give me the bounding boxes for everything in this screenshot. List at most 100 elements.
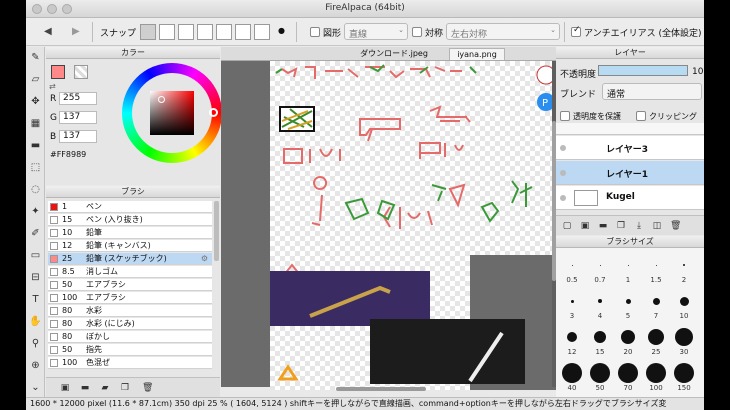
new-brush-icon[interactable]: ▣ <box>60 383 70 393</box>
snap-circle-button[interactable] <box>216 24 232 40</box>
brush-item[interactable]: 8.5 消しゴム <box>48 266 212 278</box>
brush-size-option[interactable]: 12 <box>560 326 584 356</box>
new-8bit-layer-icon[interactable]: ▣ <box>580 221 590 231</box>
chevron-down-icon[interactable]: ⌄ <box>29 381 42 394</box>
undo-icon[interactable]: ◀ <box>44 26 52 37</box>
brush-item[interactable]: 10 鉛筆 <box>48 227 212 239</box>
green-value-field[interactable]: 137 <box>59 111 97 124</box>
gradient-tool-icon[interactable]: ▬ <box>29 139 42 152</box>
brush-size-option[interactable]: 30 <box>672 326 696 356</box>
brush-item[interactable]: 50 エアブラシ <box>48 279 212 291</box>
brush-size-option[interactable]: 70 <box>616 362 640 392</box>
brush-size-option[interactable]: 40 <box>560 362 584 392</box>
snap-settings-button[interactable] <box>254 24 270 40</box>
antialias-checkbox[interactable] <box>571 25 581 37</box>
brush-size-option[interactable]: 15 <box>588 326 612 356</box>
hand-tool-icon[interactable]: ✋ <box>29 315 42 328</box>
eye-icon[interactable] <box>560 195 566 201</box>
canvas-document[interactable]: P <box>270 61 560 390</box>
brush-size-option[interactable]: 7 <box>644 290 668 320</box>
merge-down-icon[interactable]: ⤓ <box>634 221 644 231</box>
saturation-value-square[interactable] <box>150 91 194 135</box>
divide-tool-icon[interactable]: ⊟ <box>29 271 42 284</box>
redo-icon[interactable]: ▶ <box>72 26 80 37</box>
folder-open-icon[interactable]: ▰ <box>100 383 110 393</box>
hue-wheel[interactable] <box>122 63 222 163</box>
text-tool-icon[interactable]: T <box>29 293 42 306</box>
brush-scrollbar[interactable] <box>214 201 219 261</box>
brush-size-option[interactable]: 150 <box>672 362 696 392</box>
snap-curve-button[interactable] <box>235 24 251 40</box>
fill-tool-icon[interactable]: ▦ <box>29 117 42 130</box>
duplicate-layer-icon[interactable]: ❐ <box>616 221 626 231</box>
layer-row-layer3[interactable]: レイヤー3 <box>556 136 704 160</box>
symmetry-checkbox[interactable] <box>412 27 422 37</box>
brush-item[interactable]: 100 色混ぜ <box>48 357 212 369</box>
blue-value-field[interactable]: 137 <box>59 130 97 143</box>
tab-download-jpeg[interactable]: ダウンロード.jpeg <box>341 48 447 60</box>
pen-tool-icon[interactable]: ✎ <box>29 51 42 64</box>
swap-colors-icon[interactable]: ⇄ <box>49 82 56 91</box>
brush-size-option[interactable]: 25 <box>644 326 668 356</box>
folder-icon[interactable]: ▬ <box>80 383 90 393</box>
tab-iyana-png[interactable]: iyana.png <box>449 48 505 60</box>
brush-size-option[interactable]: 50 <box>588 362 612 392</box>
brush-size-option[interactable]: 0.5 <box>560 254 584 284</box>
zoom-tool-icon[interactable]: ⊕ <box>29 359 42 372</box>
shape-select[interactable]: 直線 ⌄ <box>344 23 408 40</box>
brush-item[interactable]: 12 鉛筆 (キャンバス) <box>48 240 212 252</box>
brush-item[interactable]: 80 ぼかし <box>48 331 212 343</box>
brush-item[interactable]: 80 水彩 <box>48 305 212 317</box>
delete-layer-icon[interactable]: 🗑 <box>670 221 681 231</box>
brush-size-option[interactable]: 5 <box>616 290 640 320</box>
magic-wand-icon[interactable]: ✦ <box>29 205 42 218</box>
brush-item[interactable]: 50 指先 <box>48 344 212 356</box>
eyedropper-icon[interactable]: ⚲ <box>29 337 42 350</box>
symmetry-select[interactable]: 左右対称 ⌄ <box>446 23 560 40</box>
canvas-horizontal-scrollbar[interactable] <box>336 387 426 391</box>
snap-radial-button[interactable] <box>197 24 213 40</box>
new-layer-icon[interactable]: ▢ <box>562 221 572 231</box>
new-folder-icon[interactable]: ▬ <box>598 221 608 231</box>
snap-parallel-button[interactable] <box>159 24 175 40</box>
brush-item[interactable]: 1 ペン <box>48 201 212 213</box>
select-pen-icon[interactable]: ✐ <box>29 227 42 240</box>
brush-size-option[interactable]: 0.7 <box>588 254 612 284</box>
lasso-tool-icon[interactable]: ◌ <box>29 183 42 196</box>
eraser-tool-icon[interactable]: ▱ <box>29 73 42 86</box>
brush-item[interactable]: 15 ペン (入り抜き) <box>48 214 212 226</box>
shape-checkbox[interactable] <box>310 27 320 37</box>
select-eraser-icon[interactable]: ▭ <box>29 249 42 262</box>
snap-off-button[interactable] <box>140 24 156 40</box>
hue-cursor[interactable] <box>209 108 218 117</box>
move-tool-icon[interactable]: ✥ <box>29 95 42 108</box>
clear-layer-icon[interactable]: ◫ <box>652 221 662 231</box>
brush-size-option[interactable]: 1.5 <box>644 254 668 284</box>
red-value-field[interactable]: 255 <box>59 92 97 105</box>
select-tool-icon[interactable]: ⬚ <box>29 161 42 174</box>
eye-icon[interactable] <box>560 170 566 176</box>
secondary-color-swatch[interactable] <box>74 65 88 79</box>
brush-settings-icon[interactable]: ⚙ <box>201 253 208 265</box>
brush-size-option[interactable]: 100 <box>644 362 668 392</box>
layer-row-layer1[interactable]: レイヤー1 <box>556 161 704 185</box>
duplicate-icon[interactable]: ❐ <box>120 383 130 393</box>
sv-cursor[interactable] <box>158 96 165 103</box>
protect-alpha-checkbox[interactable] <box>560 111 570 121</box>
brush-size-option[interactable]: 2 <box>672 254 696 284</box>
brush-item[interactable]: 25 鉛筆 (スケッチブック) ⚙ <box>48 253 212 265</box>
brush-item[interactable]: 100 エアブラシ <box>48 292 212 304</box>
snap-grid-button[interactable] <box>178 24 194 40</box>
trash-icon[interactable]: 🗑 <box>142 383 153 393</box>
layer-row-partial[interactable] <box>556 123 704 135</box>
brush-item[interactable]: 80 水彩 (にじみ) <box>48 318 212 330</box>
opacity-slider[interactable] <box>598 65 688 76</box>
eye-icon[interactable] <box>560 145 566 151</box>
brush-size-option[interactable]: 20 <box>616 326 640 356</box>
brush-size-option[interactable]: 1 <box>616 254 640 284</box>
layer-row-kugel[interactable]: Kugel <box>556 186 704 210</box>
blend-select[interactable]: 通常 <box>602 83 702 100</box>
brush-size-option[interactable]: 4 <box>588 290 612 320</box>
primary-color-swatch[interactable] <box>51 65 65 79</box>
clipping-checkbox[interactable] <box>636 111 646 121</box>
